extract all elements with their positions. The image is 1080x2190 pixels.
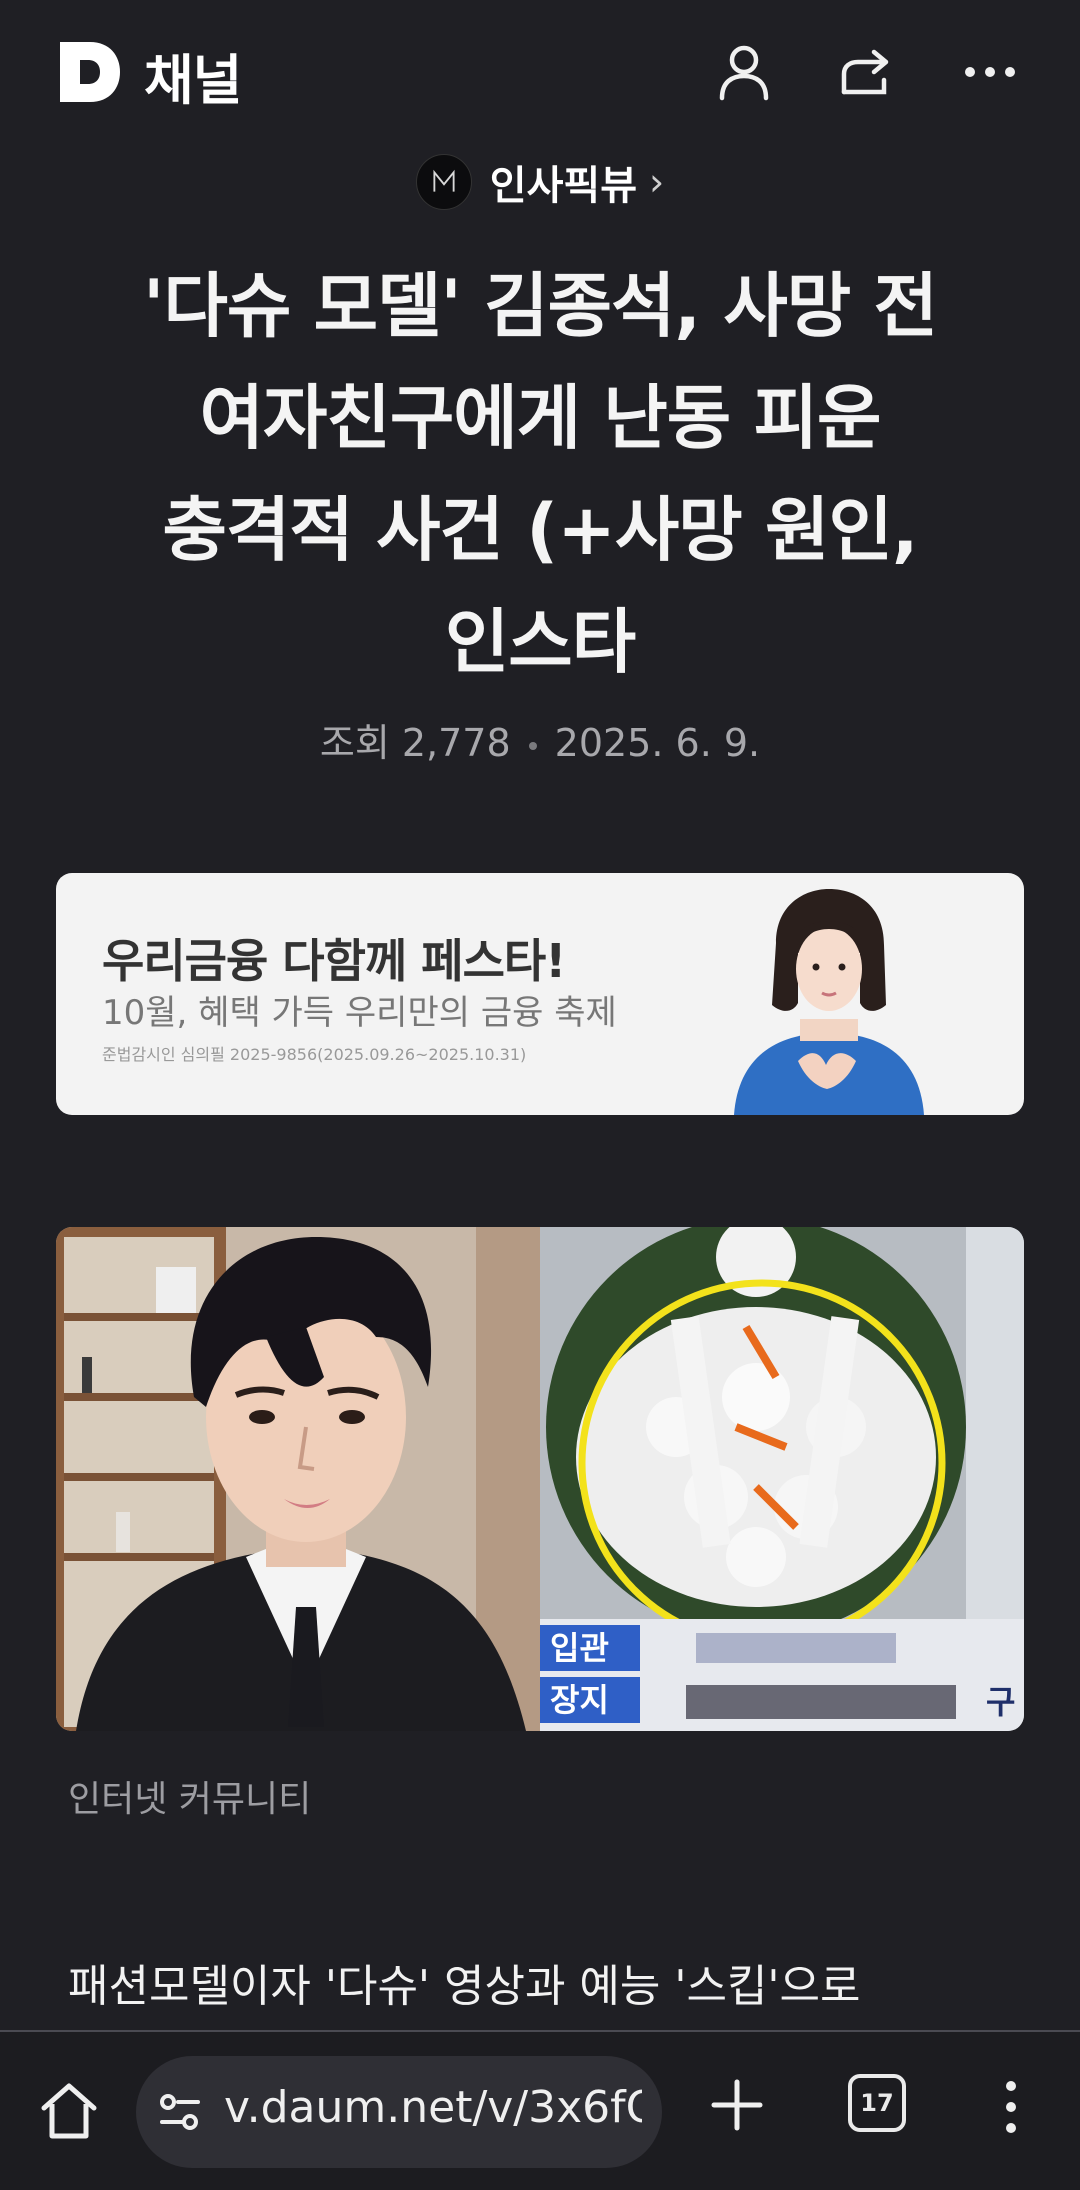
tab-switcher-button[interactable]: 17 <box>848 2074 906 2132</box>
ad-banner[interactable]: 우리금융 다함께 페스타! 10월, 혜택 가득 우리만의 금융 축제 준법감시… <box>56 873 1024 1115</box>
article-meta: 조회 2,778 2025. 6. 9. <box>0 712 1080 767</box>
board-suffix: 구 <box>986 1683 1015 1721</box>
home-icon[interactable] <box>36 2078 102 2144</box>
brand-title[interactable]: 채널 <box>144 36 242 115</box>
channel-link[interactable]: 인사픽뷰 › <box>0 150 1080 214</box>
view-count: 조회 2,778 <box>319 721 511 765</box>
publish-date: 2025. 6. 9. <box>554 721 761 765</box>
image-caption: 인터넷 커뮤니티 <box>68 1779 312 1820</box>
chevron-right-icon: › <box>649 160 665 204</box>
title-line: 여자친구에게 난동 피운 <box>199 377 882 459</box>
article-image[interactable]: 입관 장지 구 <box>56 1227 1024 1731</box>
channel-name: 인사픽뷰 <box>489 163 637 209</box>
profile-icon[interactable] <box>706 34 782 110</box>
new-tab-icon[interactable] <box>706 2074 768 2136</box>
title-line: '다슈 모델' 김종석, 사망 전 <box>143 265 938 347</box>
article-photo-graphic: 입관 장지 구 <box>56 1227 1024 1731</box>
address-bar[interactable]: v.daum.net/v/3x6fQG <box>136 2056 662 2168</box>
ad-legal-text: 준법감시인 심의필 2025-9856(2025.09.26~2025.10.3… <box>102 1045 527 1064</box>
site-settings-icon[interactable] <box>158 2092 202 2132</box>
ad-headline: 우리금융 다함께 페스타! <box>102 934 566 988</box>
separator-dot <box>528 741 537 750</box>
more-icon[interactable] <box>952 34 1028 110</box>
browser-menu-icon[interactable] <box>990 2076 1032 2138</box>
title-line: 충격적 사건 (+사망 원인, <box>162 489 919 571</box>
top-header: 채널 <box>0 0 1080 140</box>
title-line: 인스타 <box>444 601 636 683</box>
board-row-label: 장지 <box>550 1681 609 1719</box>
ad-model-image <box>734 889 924 1115</box>
share-icon[interactable] <box>828 34 904 110</box>
browser-bottom-bar: v.daum.net/v/3x6fQG 17 <box>0 2030 1080 2190</box>
article-title: '다슈 모델' 김종석, 사망 전 여자친구에게 난동 피운 충격적 사건 (+… <box>100 250 980 698</box>
channel-avatar <box>415 154 472 210</box>
board-row-label: 입관 <box>550 1629 609 1667</box>
url-text[interactable]: v.daum.net/v/3x6fQG <box>224 2082 642 2133</box>
daum-logo[interactable] <box>56 38 124 106</box>
page: 채널 인사픽뷰 › '다슈 모델' 김종석, 사망 전 여자친구에게 난동 피운… <box>0 0 1080 2190</box>
article-body-text: 패션모델이자 '다슈' 영상과 예능 '스킵'으로 <box>68 1961 861 2012</box>
ad-subline: 10월, 혜택 가득 우리만의 금융 축제 <box>102 993 617 1033</box>
